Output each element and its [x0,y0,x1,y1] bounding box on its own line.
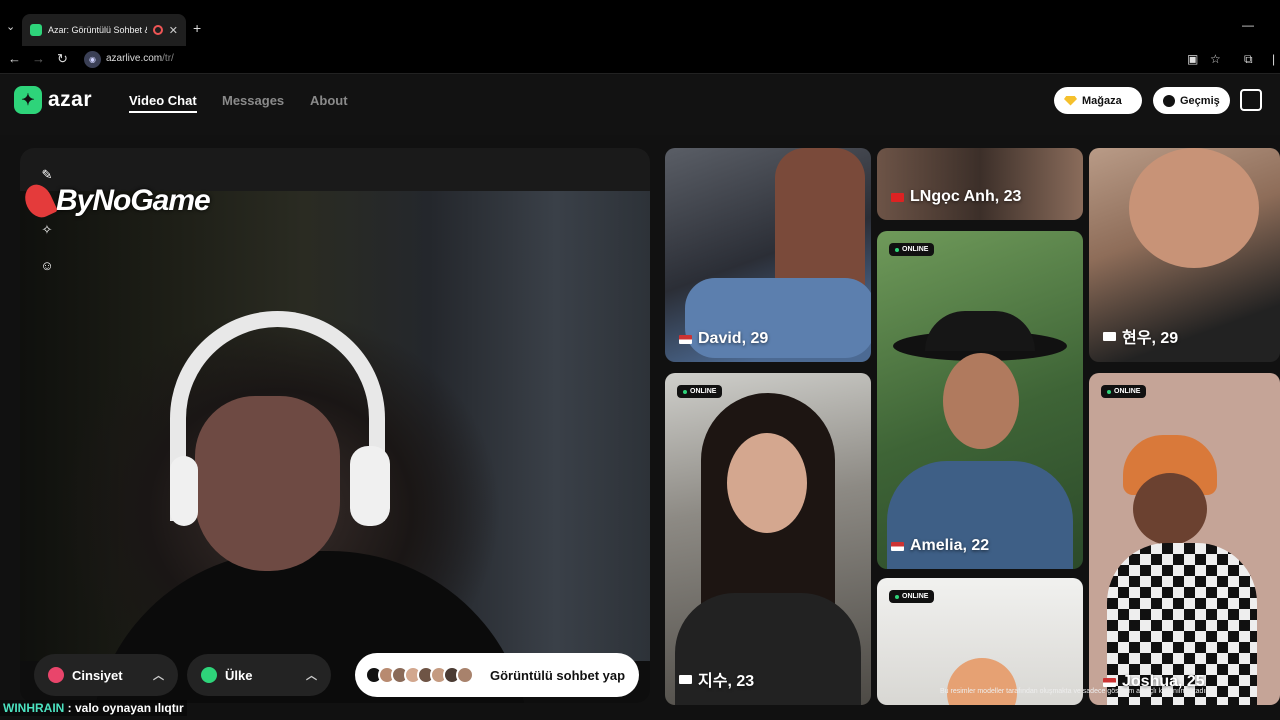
headphone-ear-right [350,446,390,526]
clock-icon [1163,94,1175,107]
chat-username: WINHRAIN [3,701,65,715]
start-label: Görüntülü sohbet yap [490,667,626,683]
history-button[interactable]: Geçmiş [1153,87,1230,114]
profile-card[interactable]: LNgọc Anh, 23 [877,148,1083,220]
profile-name: LNgọc Anh, 23 [891,188,1021,206]
profile-card[interactable]: ONLINE 지수, 23 [665,373,871,705]
online-badge: ONLINE [1101,385,1147,398]
tab-title: Azar: Görüntülü Sohbet & V [48,25,147,35]
start-video-chat-button[interactable]: Görüntülü sohbet yap [355,653,639,697]
url-path: /tr/ [162,53,174,64]
profile-card[interactable]: ONLINE [877,578,1083,705]
face-image [727,433,807,533]
headphone-ear-left [170,456,198,526]
watermark-logo-icon [20,180,58,222]
hat-image [925,311,1035,351]
country-filter-button[interactable]: Ülke ︿ [187,654,331,696]
webcam-feed [20,191,650,703]
recording-icon [152,25,163,35]
site-info-icon[interactable]: ◉ [84,51,101,68]
azar-logo-icon: ✦ [14,86,42,114]
shop-label: Mağaza [1082,94,1122,107]
avatar-stack [365,666,474,684]
divider-icon: | [1272,52,1276,66]
profile-card[interactable]: 현우, 29 [1089,148,1280,362]
inbox-icon[interactable] [1240,89,1262,111]
nav-video-chat[interactable]: Video Chat [129,93,197,113]
flag-us-icon [891,541,904,551]
gender-icon [48,667,64,683]
forward-arrow-icon[interactable]: → [32,51,45,66]
gender-filter-button[interactable]: Cinsiyet ︿ [34,654,178,696]
country-label: Ülke [225,667,253,683]
profile-name: 현우, 29 [1103,324,1178,348]
face-image [947,658,1017,705]
cast-icon[interactable]: ▣ [1187,52,1198,66]
video-panel: ✎ ✧ ☺ ByNoGame Cinsiyet ︿ Ülke ︿ Görüntü… [20,148,650,703]
shop-button[interactable]: Mağaza [1054,87,1142,114]
profile-card[interactable]: David, 29 [665,148,871,362]
nav-about[interactable]: About [310,93,348,108]
back-arrow-icon[interactable]: ← [8,51,21,66]
history-label: Geçmiş [1180,94,1220,107]
nav-messages[interactable]: Messages [222,93,284,108]
globe-icon [201,667,217,683]
bookmark-star-icon[interactable]: ☆ [1210,52,1221,66]
gender-label: Cinsiyet [72,667,123,683]
magic-wand-icon[interactable]: ✧ [38,221,56,239]
disclaimer-text: Bu resimler modeller tarafından oluşmakt… [940,688,1210,695]
flag-vn-icon [891,192,904,202]
tab-list-chevron-icon[interactable]: ⌄ [6,20,15,33]
online-badge: ONLINE [677,385,723,398]
flag-kr-icon [1103,331,1116,341]
profile-name: David, 29 [679,330,768,348]
logo-text: azar [48,88,93,111]
minimize-icon[interactable]: — [1242,18,1254,32]
azar-favicon-icon [30,24,42,36]
profile-name: Amelia, 22 [891,537,989,555]
address-bar: ← → ↻ [0,46,1280,74]
profile-name: 지수, 23 [679,667,754,691]
watermark-text: ByNoGame [56,184,211,217]
flag-us-icon [1103,677,1116,687]
url-field[interactable]: azarlive.com/tr/ [106,53,174,64]
stream-watermark: ByNoGame [20,180,211,222]
app-header: ✦ azar Video Chat Messages About Mağaza … [0,75,1280,135]
url-domain: azarlive.com [106,53,163,64]
extensions-icon[interactable]: ⧉ [1244,52,1253,67]
gem-icon [1064,95,1077,106]
chevron-up-icon: ︿ [153,670,164,682]
chevron-up-icon: ︿ [306,670,317,682]
browser-tabbar: ⌄ Azar: Görüntülü Sohbet & V ✕ + — [0,0,1280,46]
hands-image [1129,148,1259,268]
azar-logo[interactable]: ✦ azar [14,86,92,114]
face-image [1133,473,1207,545]
online-badge: ONLINE [889,590,935,603]
online-badge: ONLINE [889,243,935,256]
profile-card[interactable]: ONLINE Amelia, 22 [877,231,1083,569]
chat-text: : valo oynayan ılıqtır [64,701,184,715]
profile-card[interactable]: ONLINE Joshua, 25 [1089,373,1280,705]
flag-kr-icon [679,674,692,684]
close-tab-icon[interactable]: ✕ [169,24,178,37]
smile-icon[interactable]: ☺ [38,256,56,274]
plus-icon[interactable]: + [193,20,201,36]
pen-icon[interactable]: ✎ [38,166,56,184]
stream-chat-message: WINHRAIN : valo oynayan ılıqtır [0,700,187,716]
face-image [943,353,1019,449]
avatar [456,666,474,684]
reload-icon[interactable]: ↻ [57,51,68,67]
browser-tab[interactable]: Azar: Görüntülü Sohbet & V ✕ [22,14,186,46]
flag-us-icon [679,334,692,344]
